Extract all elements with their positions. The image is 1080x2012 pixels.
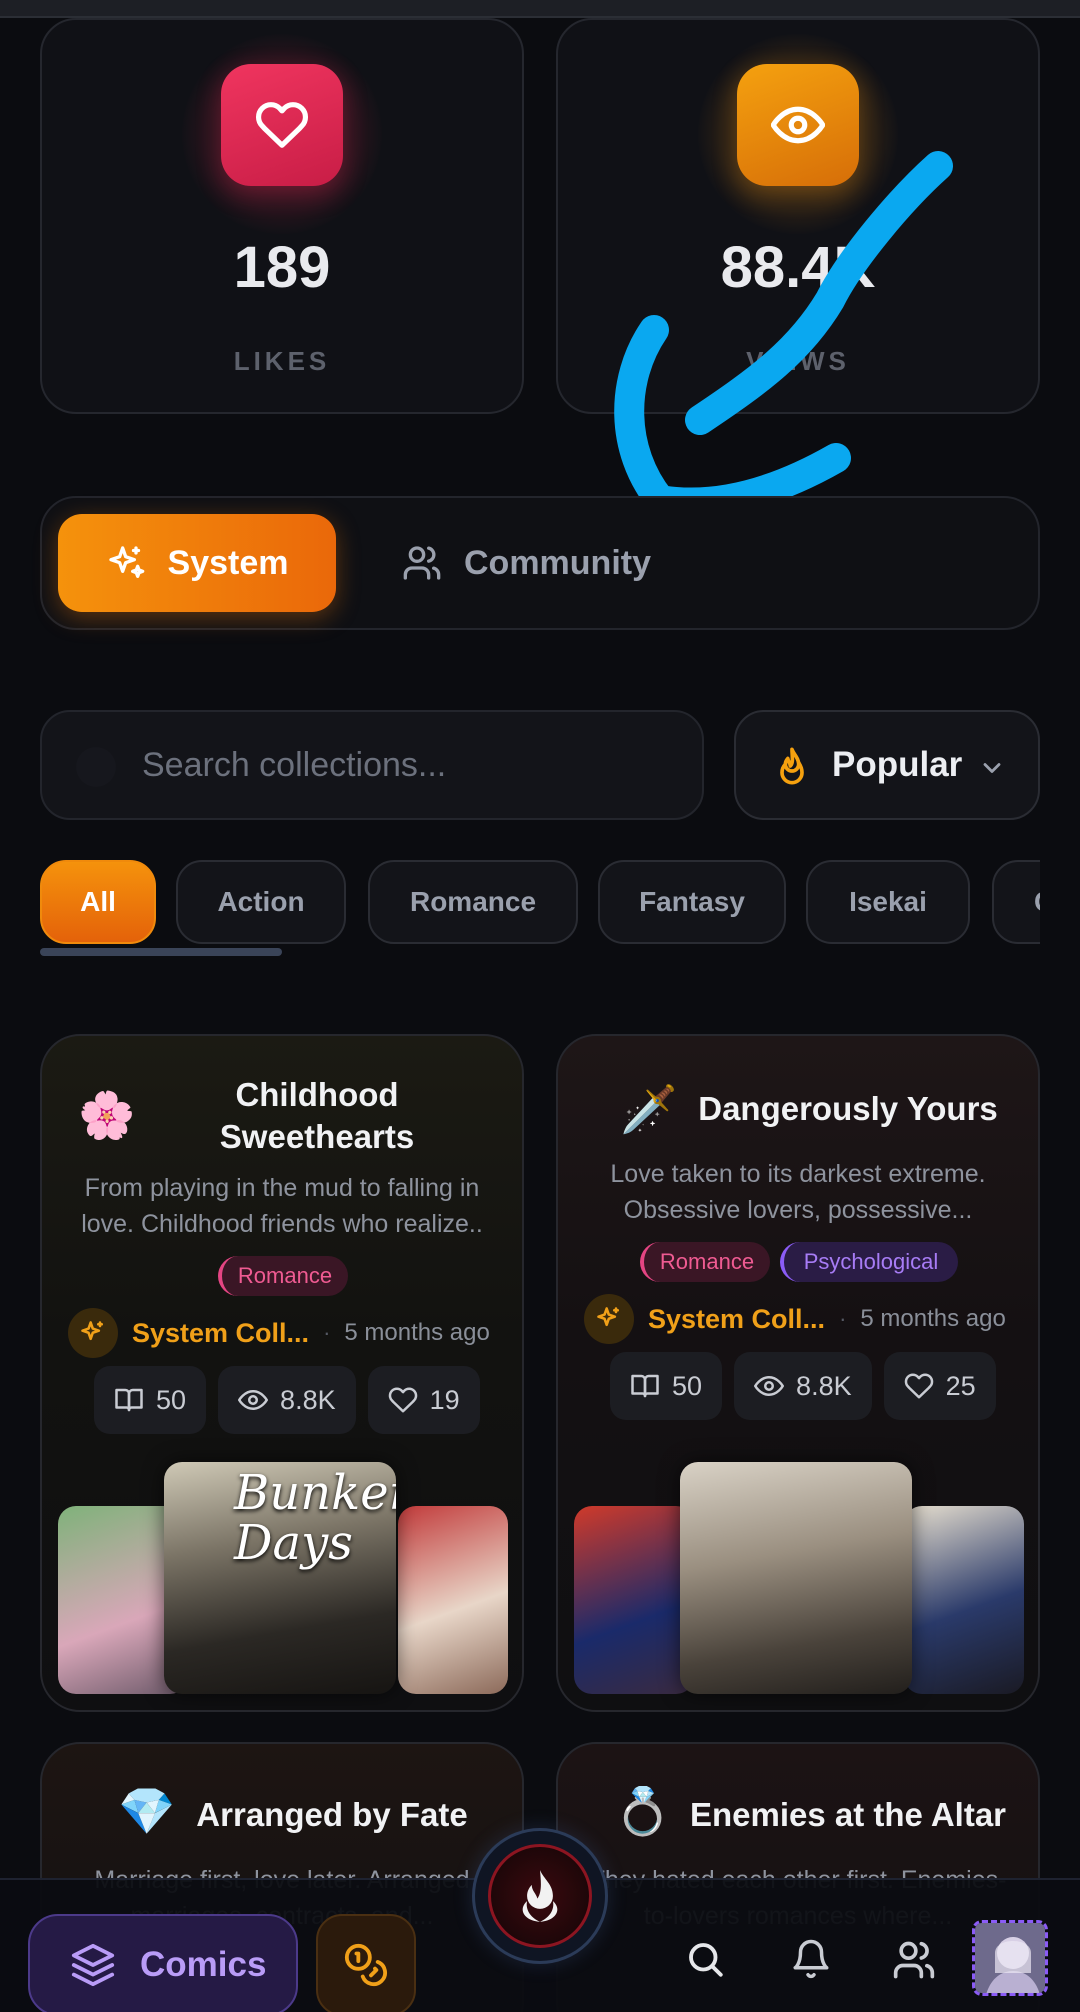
cover-right[interactable] bbox=[904, 1506, 1024, 1694]
tab-system[interactable]: System bbox=[58, 514, 336, 612]
collection-source-tabs: System Community bbox=[40, 496, 1040, 630]
chip-fantasy[interactable]: Fantasy bbox=[598, 860, 786, 944]
sparkles-icon bbox=[81, 1321, 104, 1341]
eye-icon bbox=[238, 1390, 269, 1410]
comics-count: 50 bbox=[156, 1384, 187, 1415]
collection-emoji: 🌸 bbox=[78, 1089, 136, 1141]
collection-title: Enemies at the Altar bbox=[689, 1796, 1007, 1833]
tab-community-label: Community bbox=[464, 543, 651, 582]
chip-romance[interactable]: Romance bbox=[368, 860, 578, 944]
coins-icon bbox=[344, 1943, 387, 1987]
comics-count: 50 bbox=[672, 1370, 703, 1401]
collection-time: 5 months ago bbox=[344, 1319, 490, 1346]
flame-icon bbox=[780, 747, 804, 785]
eye-icon bbox=[737, 64, 859, 186]
comics-count-pill: 50 bbox=[94, 1366, 207, 1434]
likes-count: 189 bbox=[233, 235, 331, 300]
users-icon bbox=[403, 546, 441, 580]
views-count-pill: 8.8K bbox=[734, 1352, 872, 1420]
collection-emoji: 🗡️ bbox=[620, 1083, 678, 1135]
likes-count-pill: 25 bbox=[883, 1352, 996, 1420]
views-count: 8.8K bbox=[796, 1370, 852, 1401]
collection-time: 5 months ago bbox=[860, 1305, 1006, 1332]
chip-partial[interactable]: C bbox=[992, 860, 1040, 944]
flame-logo-button[interactable] bbox=[472, 1828, 608, 1964]
author-name[interactable]: System Coll... bbox=[648, 1304, 825, 1335]
cover-left[interactable] bbox=[574, 1506, 694, 1694]
flame-logo-icon bbox=[488, 1844, 592, 1948]
system-avatar bbox=[68, 1308, 118, 1358]
heart-icon bbox=[221, 64, 343, 186]
sparkles-icon bbox=[597, 1307, 620, 1327]
chips-scroll-indicator bbox=[40, 948, 282, 956]
collection-author-row: System Coll... · 5 months ago bbox=[68, 1308, 496, 1358]
collection-emoji: 💎 bbox=[118, 1785, 176, 1837]
likes-count: 25 bbox=[945, 1370, 976, 1401]
collection-stats: 50 8.8K 25 bbox=[610, 1352, 996, 1420]
comics-count-pill: 50 bbox=[610, 1352, 723, 1420]
sort-label: Popular bbox=[832, 745, 963, 784]
chevron-down-icon bbox=[983, 763, 1001, 773]
book-icon bbox=[115, 1388, 143, 1412]
heart-icon bbox=[388, 1387, 417, 1413]
nav-comics-button[interactable]: Comics bbox=[28, 1914, 298, 2012]
collection-card[interactable]: 🗡️ Dangerously Yours Love taken to its d… bbox=[556, 1034, 1040, 1712]
likes-stat-card: 189 LIKES bbox=[40, 18, 524, 414]
separator-dot: · bbox=[839, 1306, 847, 1331]
collection-author-row: System Coll... · 5 months ago bbox=[584, 1294, 1012, 1344]
sort-dropdown[interactable]: Popular bbox=[734, 710, 1040, 820]
separator-dot: · bbox=[323, 1320, 331, 1345]
eye-icon bbox=[754, 1376, 785, 1396]
chip-all[interactable]: All bbox=[40, 860, 156, 944]
users-icon[interactable] bbox=[892, 1938, 936, 1982]
likes-count: 19 bbox=[429, 1384, 460, 1415]
cover-right[interactable] bbox=[398, 1506, 508, 1694]
search-placeholder: Search collections... bbox=[142, 746, 447, 784]
tab-community[interactable]: Community bbox=[402, 514, 722, 612]
collection-stats: 50 8.8K 19 bbox=[94, 1366, 480, 1434]
cover-main[interactable]: Bunker Days bbox=[164, 1462, 396, 1694]
likes-count-pill: 19 bbox=[367, 1366, 480, 1434]
tag-psychological[interactable]: Psychological bbox=[780, 1242, 958, 1282]
tag-romance[interactable]: Romance bbox=[640, 1242, 770, 1282]
profile-avatar[interactable] bbox=[972, 1920, 1048, 1996]
views-count: 88.4K bbox=[720, 235, 876, 300]
views-count: 8.8K bbox=[280, 1384, 336, 1415]
cover-stack: Bunker Days bbox=[58, 1462, 508, 1694]
collection-emoji: 💍 bbox=[614, 1785, 672, 1837]
views-count-pill: 8.8K bbox=[218, 1366, 356, 1434]
search-icon[interactable] bbox=[684, 1938, 726, 1980]
cover-stack bbox=[574, 1462, 1024, 1694]
nav-coins-button[interactable] bbox=[316, 1914, 416, 2012]
heart-icon bbox=[904, 1373, 933, 1399]
collection-card[interactable]: 🌸 Childhood Sweethearts From playing in … bbox=[40, 1034, 524, 1712]
chip-isekai[interactable]: Isekai bbox=[806, 860, 970, 944]
views-stat-card: 88.4K VIEWS bbox=[556, 18, 1040, 414]
search-input[interactable]: Search collections... bbox=[40, 710, 704, 820]
likes-label: LIKES bbox=[233, 346, 331, 376]
bottom-navigation: Comics bbox=[0, 1828, 1080, 2012]
author-name[interactable]: System Coll... bbox=[132, 1318, 309, 1349]
system-avatar bbox=[584, 1294, 634, 1344]
collection-description: From playing in the mud to falling in lo… bbox=[81, 1174, 483, 1238]
collection-title: Dangerously Yours bbox=[698, 1090, 998, 1127]
layers-icon bbox=[71, 1943, 115, 1987]
search-field-icon bbox=[76, 747, 116, 787]
views-label: VIEWS bbox=[746, 346, 850, 376]
collection-description: Love taken to its darkest extreme. Obses… bbox=[610, 1160, 986, 1224]
collection-title: Arranged by Fate bbox=[196, 1796, 468, 1833]
browser-top-bar bbox=[0, 0, 1080, 18]
sparkles-icon bbox=[108, 546, 144, 578]
cover-title-text: Bunker Days bbox=[234, 1465, 396, 1571]
collection-title: Childhood Sweethearts bbox=[219, 1076, 415, 1155]
tag-romance[interactable]: Romance bbox=[218, 1256, 348, 1296]
cover-main[interactable] bbox=[680, 1462, 912, 1694]
genre-filter-chips: All Action Romance Fantasy Isekai C bbox=[40, 860, 1040, 958]
tab-system-label: System bbox=[167, 543, 289, 582]
bell-icon[interactable] bbox=[790, 1938, 832, 1980]
book-icon bbox=[631, 1374, 659, 1398]
nav-comics-label: Comics bbox=[140, 1945, 267, 1984]
chip-action[interactable]: Action bbox=[176, 860, 346, 944]
